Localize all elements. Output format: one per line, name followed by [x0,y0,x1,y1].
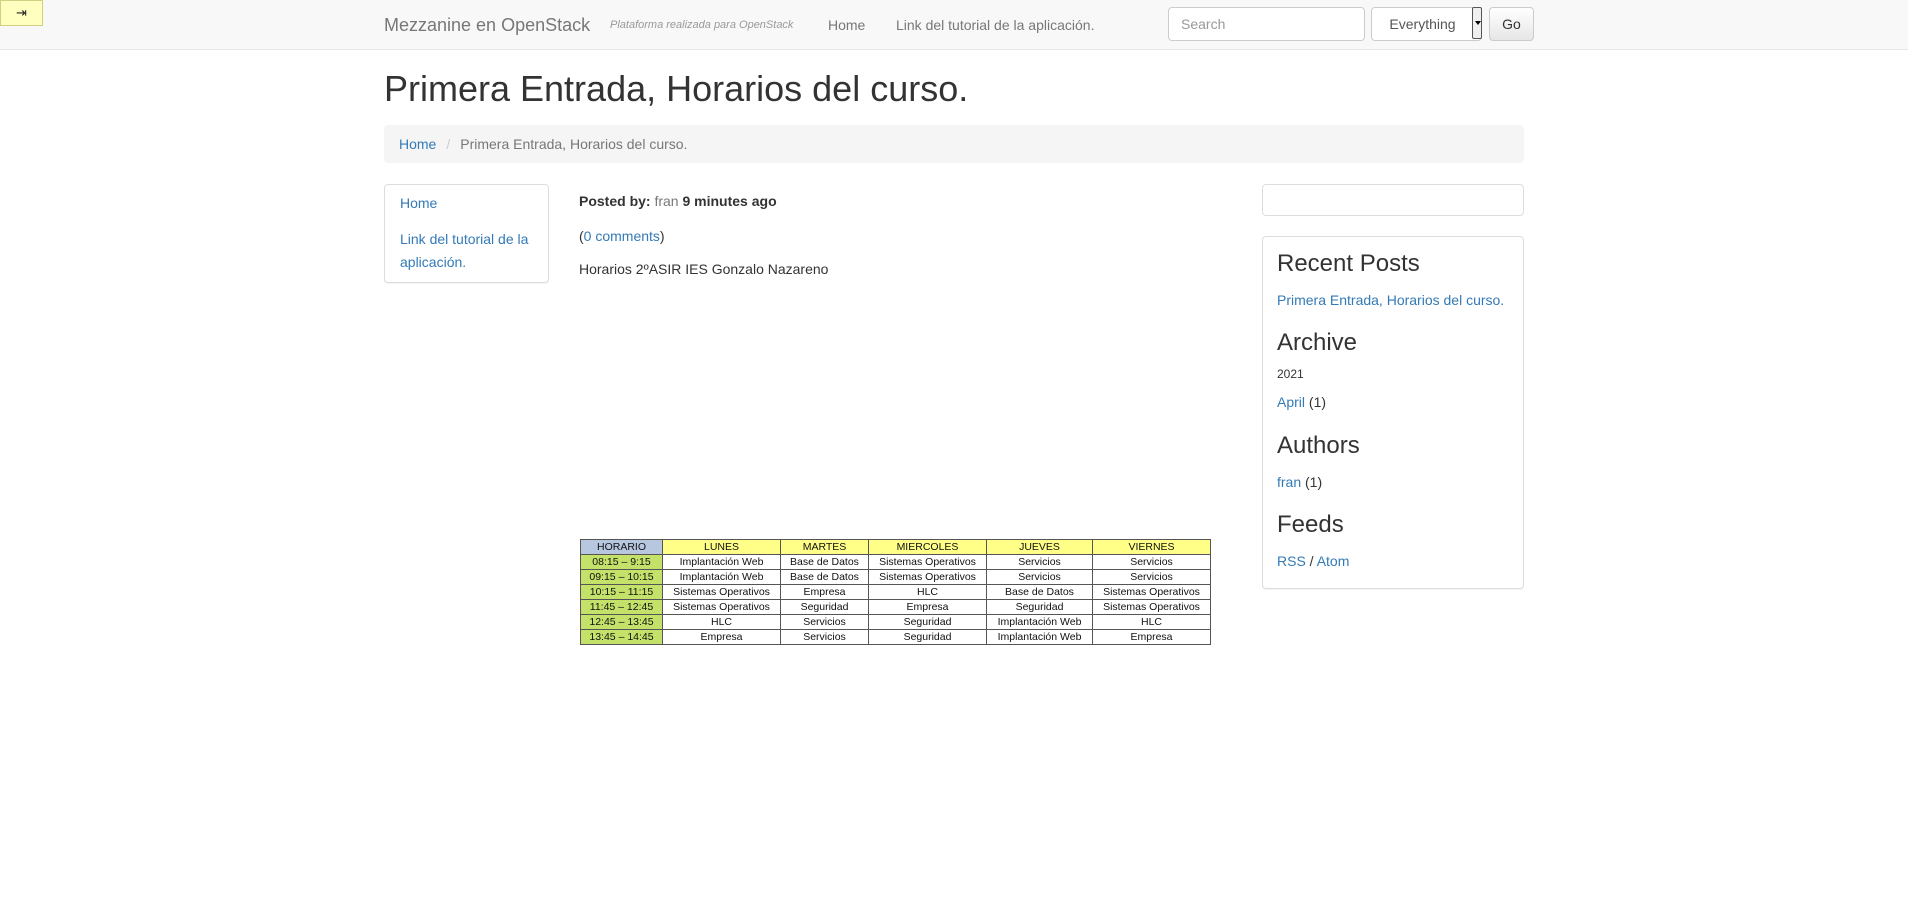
left-nav-item-home[interactable]: Home [400,192,437,215]
post-time: 9 minutes ago [682,193,777,209]
archive-heading: Archive [1277,329,1358,356]
left-nav-panel: Home Link del tutorial de la aplicación. [384,184,549,283]
schedule-time-cell: 08:15 – 9:15 [580,554,663,570]
site-tagline: Plataforma realizada para OpenStack [610,19,794,31]
posted-by-label: Posted by: [579,193,651,209]
schedule-time-cell: 09:15 – 10:15 [580,569,663,585]
schedule-header-cell: MIERCOLES [868,539,987,555]
top-navbar: ⇥ Mezzanine en OpenStack Plataforma real… [0,0,1908,50]
schedule-cell: Implantación Web [662,554,781,570]
schedule-cell: Sistemas Operativos [1092,584,1211,600]
breadcrumb: Home / Primera Entrada, Horarios del curso… [384,125,1524,163]
schedule-cell: Empresa [868,599,987,615]
schedule-cell: Sistemas Operativos [1092,599,1211,615]
feed-rss-link[interactable]: RSS [1277,553,1306,569]
breadcrumb-current: Primera Entrada, Horarios del curso. [460,136,688,152]
schedule-time-cell: 13:45 – 14:45 [580,629,663,645]
schedule-row: 08:15 – 9:15 Implantación Web Base de Da… [580,554,1211,570]
schedule-row: 12:45 – 13:45 HLC Servicios Seguridad Im… [580,614,1211,630]
comments-close-paren: ) [659,228,665,244]
breadcrumb-home-link[interactable]: Home [399,136,436,152]
feeds-entry: RSS / Atom [1277,551,1349,571]
schedule-cell: Empresa [780,584,869,600]
schedule-cell: HLC [868,584,987,600]
schedule-cell: Servicios [780,629,869,645]
post-meta: Posted by: fran 9 minutes ago [579,191,777,211]
search-input[interactable] [1168,7,1365,41]
post-comments: (0 comments) [579,226,665,246]
schedule-row: 09:15 – 10:15 Implantación Web Base de D… [580,569,1211,585]
schedule-cell: Seguridad [986,599,1093,615]
archive-month-link[interactable]: April [1277,394,1305,410]
schedule-header-cell: LUNES [662,539,781,555]
schedule-header-cell: JUEVES [986,539,1093,555]
schedule-cell: HLC [1092,614,1211,630]
archive-month-entry: April (1) [1277,392,1326,412]
schedule-cell: HLC [662,614,781,630]
site-brand[interactable]: Mezzanine en OpenStack [384,15,590,35]
schedule-time-cell: 11:45 – 12:45 [580,599,663,615]
recent-posts-heading: Recent Posts [1277,250,1420,277]
nav-link-tutorial[interactable]: Link del tutorial de la aplicación. [896,16,1094,34]
feed-atom-link[interactable]: Atom [1317,553,1350,569]
archive-year: 2021 [1277,367,1304,381]
schedule-cell: Base de Datos [986,584,1093,600]
schedule-cell: Implantación Web [986,614,1093,630]
page-title: Primera Entrada, Horarios del curso. [384,68,969,109]
author-entry: fran (1) [1277,472,1322,492]
schedule-time-cell: 10:15 – 11:15 [580,584,663,600]
search-scope-select[interactable]: Everything [1371,7,1482,41]
schedule-cell: Sistemas Operativos [662,599,781,615]
schedule-cell: Seguridad [868,629,987,645]
chevron-down-icon[interactable] [1472,7,1482,39]
schedule-cell: Servicios [986,554,1093,570]
sidebar-panel: Recent Posts Primera Entrada, Horarios d… [1262,236,1524,589]
schedule-cell: Servicios [1092,554,1211,570]
schedule-cell: Implantación Web [986,629,1093,645]
schedule-header-cell: HORARIO [580,539,663,555]
schedule-header-row: HORARIO LUNES MARTES MIERCOLES JUEVES VI… [580,539,1211,555]
schedule-row: 11:45 – 12:45 Sistemas Operativos Seguri… [580,599,1211,615]
schedule-cell: Empresa [662,629,781,645]
schedule-row: 10:15 – 11:15 Sistemas Operativos Empres… [580,584,1211,600]
schedule-cell: Servicios [1092,569,1211,585]
schedule-header-cell: MARTES [780,539,869,555]
schedule-table: HORARIO LUNES MARTES MIERCOLES JUEVES VI… [580,539,1211,645]
schedule-cell: Seguridad [868,614,987,630]
schedule-cell: Servicios [986,569,1093,585]
post-body-text: Horarios 2ºASIR IES Gonzalo Nazareno [579,261,829,277]
recent-post-link[interactable]: Primera Entrada, Horarios del curso. [1277,290,1504,310]
search-go-button[interactable]: Go [1489,7,1534,41]
schedule-cell: Sistemas Operativos [868,554,987,570]
feed-separator: / [1305,553,1317,569]
comments-link[interactable]: 0 comments [584,228,660,244]
schedule-row: 13:45 – 14:45 Empresa Servicios Segurida… [580,629,1211,645]
schedule-time-cell: 12:45 – 13:45 [580,614,663,630]
author-link[interactable]: fran [1277,474,1301,490]
left-nav-item-tutorial[interactable]: Link del tutorial de la aplicación. [400,228,540,274]
schedule-cell: Base de Datos [780,569,869,585]
sidebar-search-box[interactable] [1262,184,1524,216]
sidebar-toggle-icon[interactable]: ⇥ [0,0,43,26]
post-author-link[interactable]: fran [654,193,678,209]
authors-heading: Authors [1277,432,1360,459]
nav-link-home[interactable]: Home [828,16,865,34]
breadcrumb-separator: / [446,136,451,152]
schedule-cell: Servicios [780,614,869,630]
schedule-cell: Implantación Web [662,569,781,585]
schedule-cell: Empresa [1092,629,1211,645]
schedule-cell: Sistemas Operativos [662,584,781,600]
schedule-cell: Base de Datos [780,554,869,570]
search-scope-value: Everything [1389,16,1456,32]
schedule-header-cell: VIERNES [1092,539,1211,555]
schedule-cell: Seguridad [780,599,869,615]
archive-month-count: (1) [1308,394,1327,410]
schedule-cell: Sistemas Operativos [868,569,987,585]
author-count: (1) [1305,474,1323,490]
feeds-heading: Feeds [1277,511,1344,538]
